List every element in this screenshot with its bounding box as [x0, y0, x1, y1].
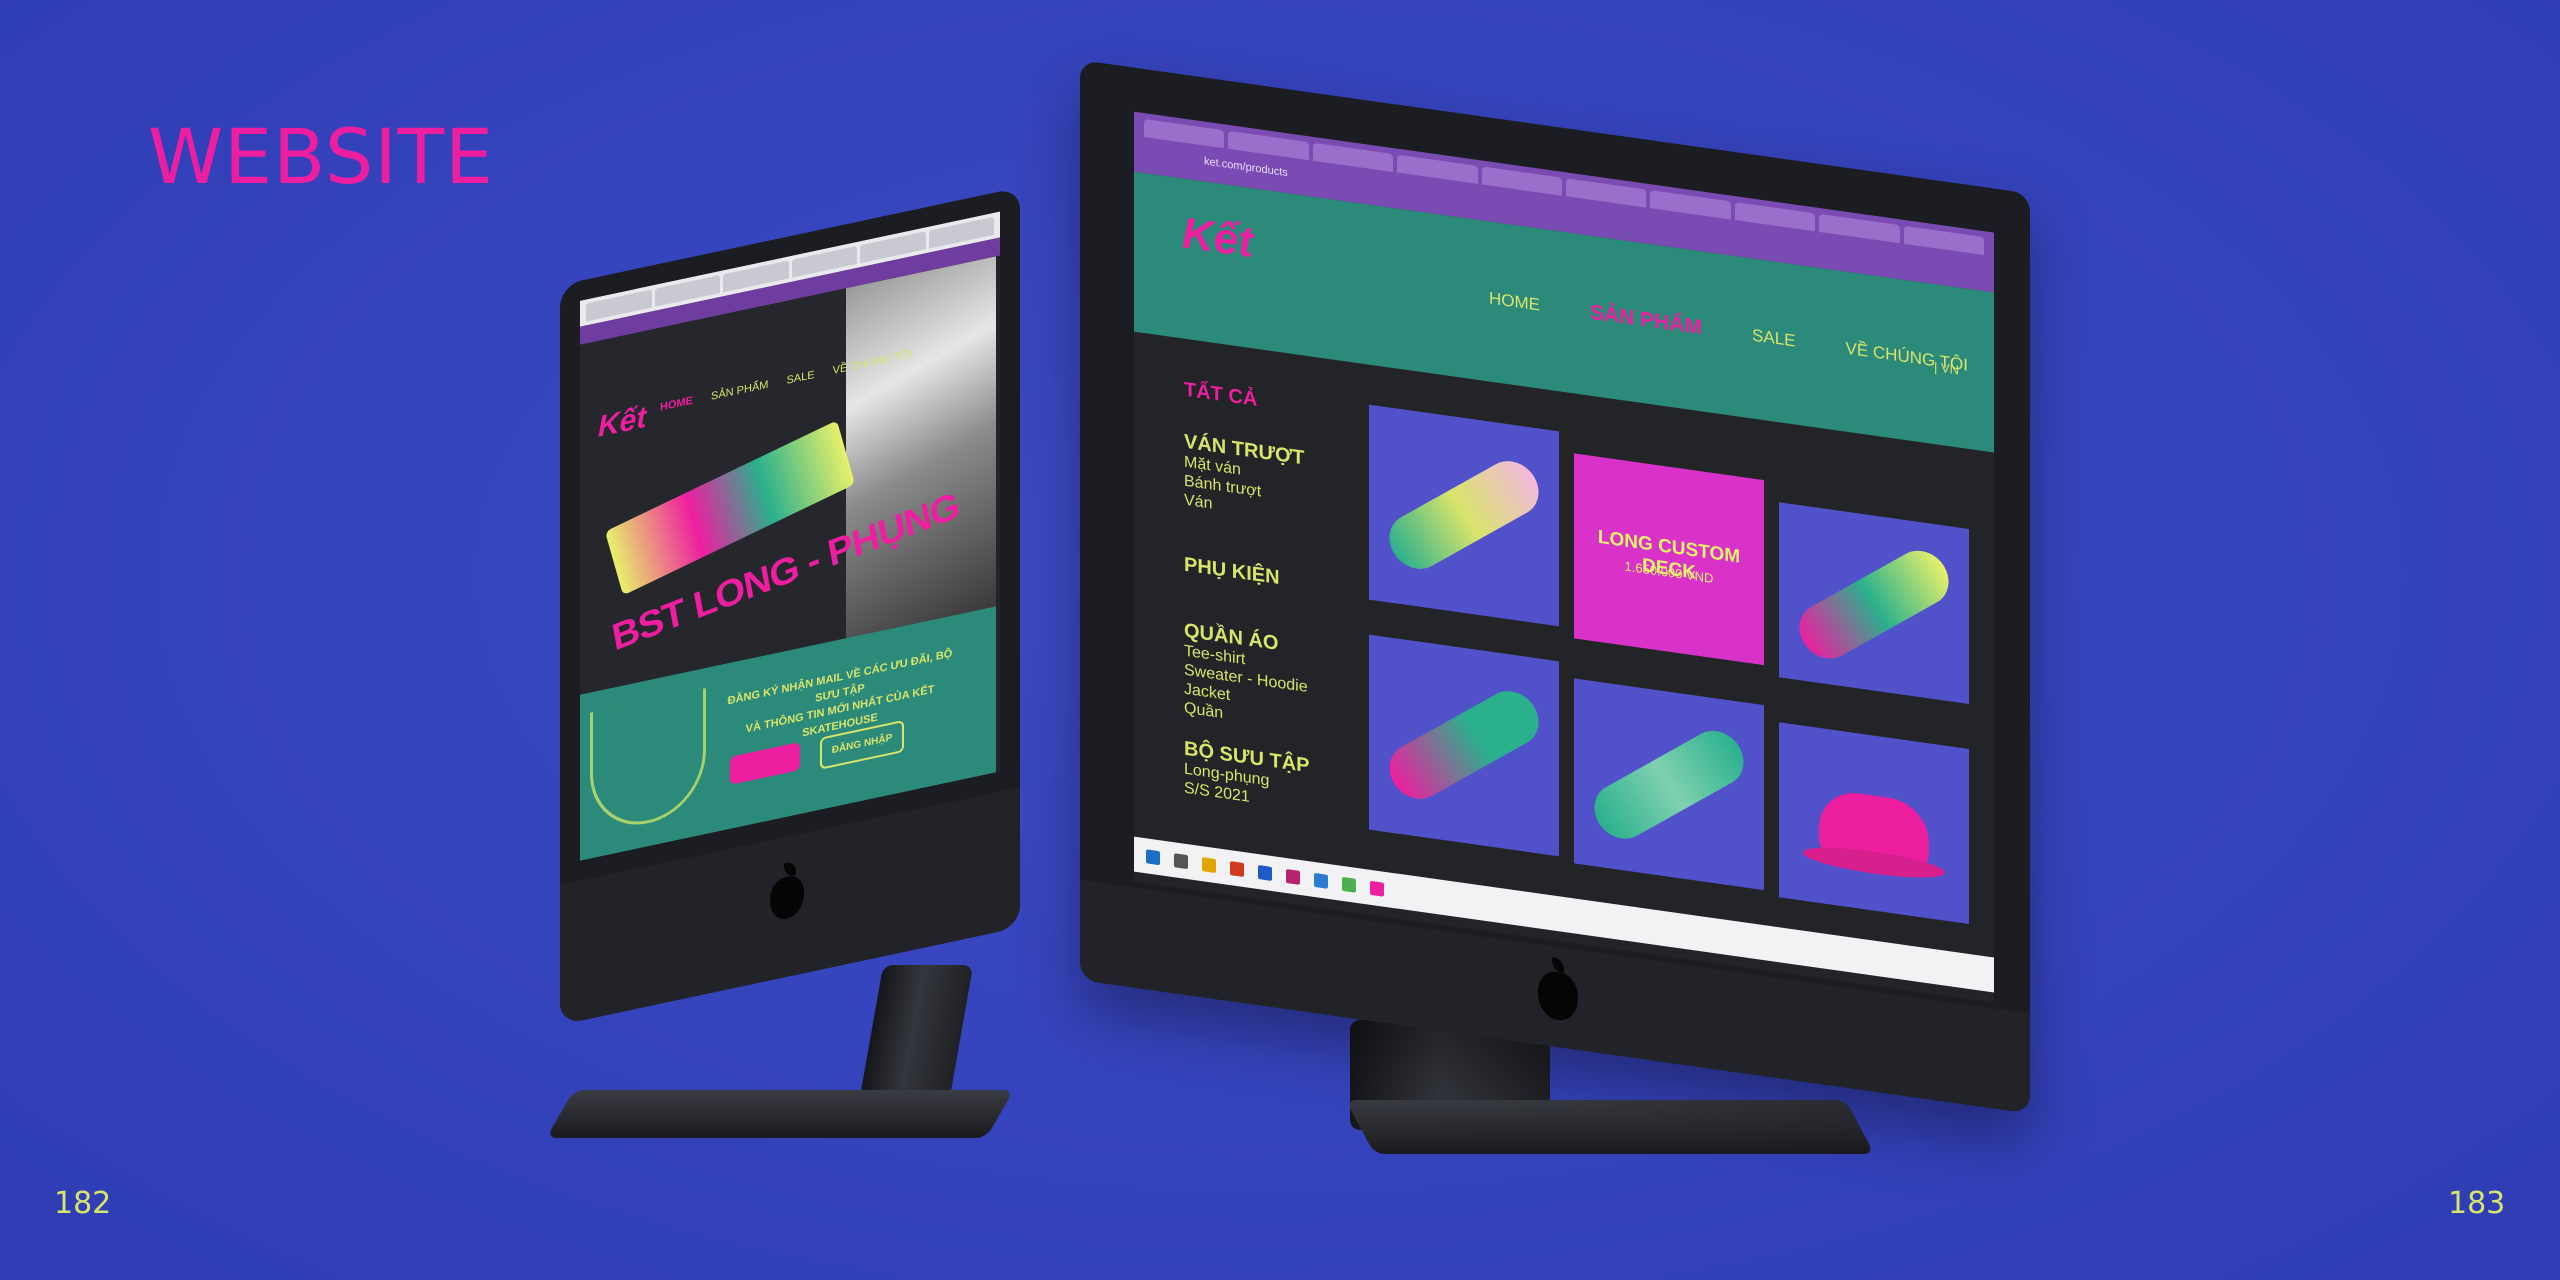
word-icon[interactable] [1314, 872, 1328, 889]
product-tile[interactable] [1369, 404, 1559, 627]
apple-logo-icon [1538, 969, 1578, 1023]
windows-start-icon[interactable] [1146, 848, 1160, 865]
ket-logo: Kết [598, 400, 647, 444]
chrome-icon[interactable] [1342, 876, 1356, 893]
indesign-icon[interactable] [1286, 868, 1300, 885]
right-monitor: ket.com/products Kết HOME SẢN PHẨM SALE … [1080, 60, 2030, 1154]
apple-logo-icon [770, 873, 804, 923]
right-monitor-bezel: ket.com/products Kết HOME SẢN PHẨM SALE … [1080, 60, 2030, 1114]
product-tile-hat[interactable] [1779, 722, 1969, 924]
nav-products[interactable]: SẢN PHẨM [711, 379, 768, 403]
ket-logo[interactable]: Kết [1182, 208, 1253, 268]
left-monitor-screen: Kết HOME SẢN PHẨM SALE VỀ CHÚNG TÔI BST … [580, 211, 1000, 861]
right-monitor-base [1345, 1100, 1875, 1154]
page-title: WEBSITE [148, 112, 495, 201]
left-monitor-base [546, 1090, 1014, 1138]
search-icon[interactable] [1174, 852, 1188, 869]
nav-sale[interactable]: SALE [1752, 325, 1795, 351]
product-tile-featured[interactable]: LONG CUSTOM DECK 1.650.000 VND [1574, 453, 1764, 666]
page-number-right: 183 [2448, 1186, 2506, 1221]
nav-home[interactable]: HOME [660, 395, 693, 414]
app-icon[interactable] [1370, 880, 1384, 897]
bridge-illustration [590, 687, 706, 836]
category-sidebar: TẤT CẢ VÁN TRƯỢT Mặt ván Bánh trượt Ván … [1184, 379, 1344, 820]
left-monitor: Kết HOME SẢN PHẨM SALE VỀ CHÚNG TÔI BST … [546, 185, 1020, 1138]
page-number-left: 182 [54, 1186, 112, 1221]
skater-photo [846, 256, 996, 639]
product-tile[interactable] [1369, 634, 1559, 857]
product-tile[interactable] [1779, 502, 1969, 704]
bucket-hat [1819, 787, 1929, 874]
category-all[interactable]: TẤT CẢ [1184, 379, 1344, 423]
nav-home[interactable]: HOME [1489, 288, 1540, 315]
left-monitor-bezel: Kết HOME SẢN PHẨM SALE VỀ CHÚNG TÔI BST … [560, 187, 1020, 1025]
folder-icon[interactable] [1202, 856, 1216, 873]
illustrator-icon[interactable] [1230, 860, 1244, 877]
nav-sale[interactable]: SALE [786, 369, 814, 387]
photoshop-icon[interactable] [1258, 864, 1272, 881]
product-tile[interactable] [1574, 678, 1764, 891]
category-accessories[interactable]: PHỤ KIỆN [1184, 554, 1344, 598]
right-monitor-screen: ket.com/products Kết HOME SẢN PHẨM SALE … [1134, 111, 1994, 1003]
